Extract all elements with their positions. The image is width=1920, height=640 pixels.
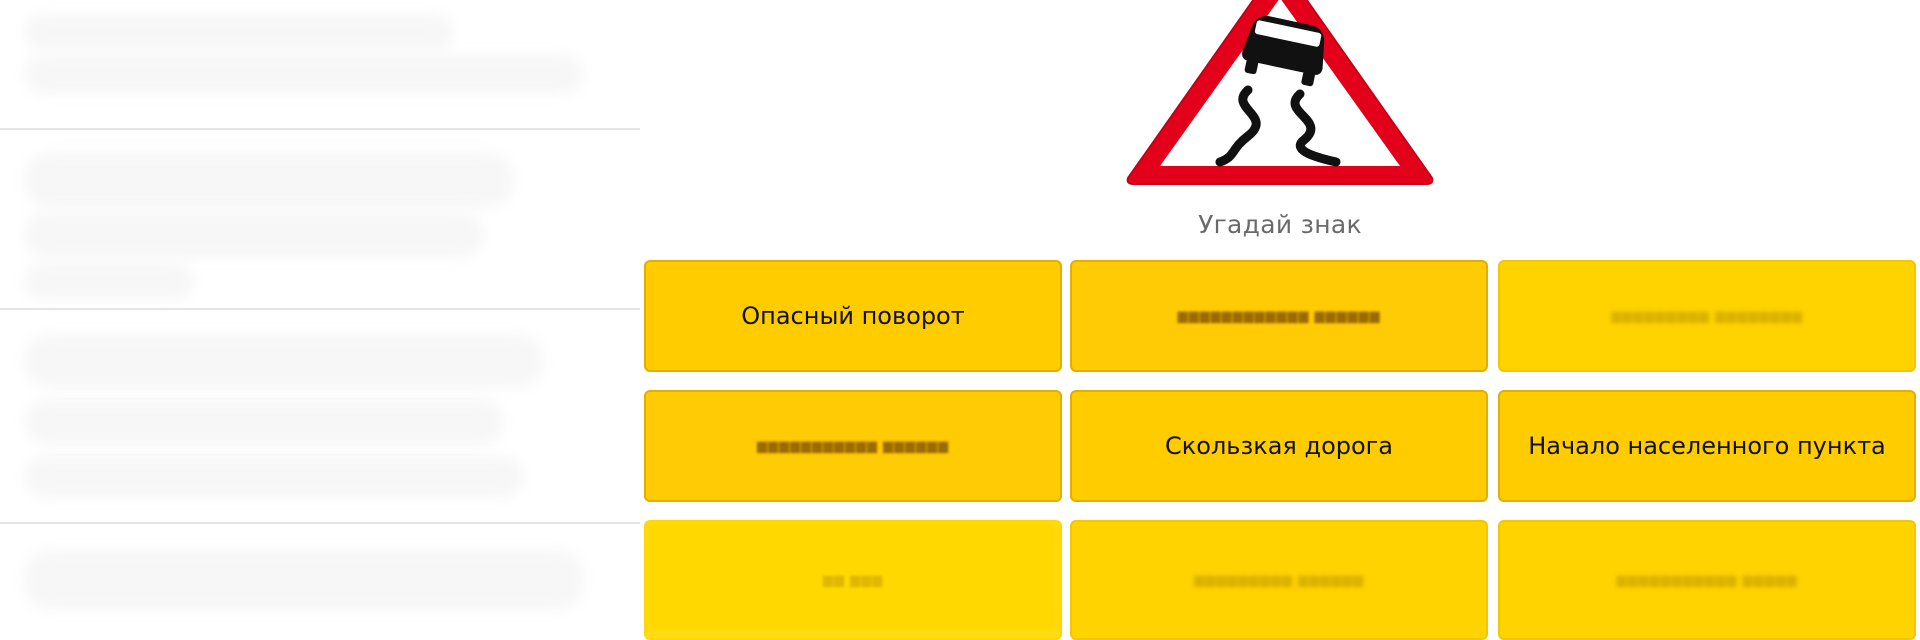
answer-option[interactable]: Опасный поворот <box>644 260 1062 372</box>
list-item-text-placeholder <box>24 14 454 50</box>
answer-grid: Опасный поворот ▆▆▆▆▆▆▆▆▆▆▆▆ ▆▆▆▆▆▆ ▆▆▆▆… <box>644 260 1920 640</box>
list-item-text-placeholder <box>24 334 544 388</box>
question-list <box>0 0 640 630</box>
slippery-road-warning-icon <box>1126 0 1434 185</box>
answer-option-label-obscured: ▆▆▆▆▆▆▆▆▆▆▆ ▆▆▆▆▆ <box>1616 572 1798 588</box>
answer-option[interactable]: ▆▆ ▆▆▆ <box>644 520 1062 640</box>
answer-option-label-obscured: ▆▆▆▆▆▆▆▆▆▆▆ ▆▆▆▆▆▆ <box>756 438 950 454</box>
answer-option[interactable]: ▆▆▆▆▆▆▆▆▆▆▆ ▆▆▆▆▆ <box>1498 520 1916 640</box>
list-item[interactable] <box>0 310 640 524</box>
answer-option[interactable]: ▆▆▆▆▆▆▆▆▆▆▆▆ ▆▆▆▆▆▆ <box>1070 260 1488 372</box>
answer-option[interactable]: ▆▆▆▆▆▆▆▆▆ ▆▆▆▆▆▆▆▆ <box>1498 260 1916 372</box>
road-sign-image <box>1124 0 1436 188</box>
answer-option-label-obscured: ▆▆▆▆▆▆▆▆▆ ▆▆▆▆▆▆ <box>1193 572 1365 588</box>
list-item-text-placeholder <box>24 400 504 444</box>
list-item[interactable] <box>0 0 640 130</box>
answer-option-label-obscured: ▆▆ ▆▆▆ <box>822 572 884 588</box>
answer-option-label: Опасный поворот <box>741 302 965 330</box>
answer-option-label-obscured: ▆▆▆▆▆▆▆▆▆ ▆▆▆▆▆▆▆▆ <box>1610 308 1804 324</box>
answer-option-label: Начало населенного пункта <box>1528 432 1886 460</box>
answer-option[interactable]: Скользкая дорога <box>1070 390 1488 502</box>
list-item-text-placeholder <box>24 262 194 300</box>
list-item-text-placeholder <box>24 212 484 258</box>
answer-option-label-obscured: ▆▆▆▆▆▆▆▆▆▆▆▆ ▆▆▆▆▆▆ <box>1177 308 1381 324</box>
list-item-text-placeholder <box>24 152 514 208</box>
list-item-text-placeholder <box>24 456 524 498</box>
list-item-text-placeholder <box>24 54 584 94</box>
quiz-prompt: Угадай знак <box>1198 210 1362 239</box>
list-item-text-placeholder <box>24 550 584 610</box>
answer-option[interactable]: ▆▆▆▆▆▆▆▆▆▆▆ ▆▆▆▆▆▆ <box>644 390 1062 502</box>
answer-option-label: Скользкая дорога <box>1165 432 1393 460</box>
list-item[interactable] <box>0 524 640 630</box>
answer-option[interactable]: ▆▆▆▆▆▆▆▆▆ ▆▆▆▆▆▆ <box>1070 520 1488 640</box>
answer-option[interactable]: Начало населенного пункта <box>1498 390 1916 502</box>
list-item[interactable] <box>0 130 640 310</box>
